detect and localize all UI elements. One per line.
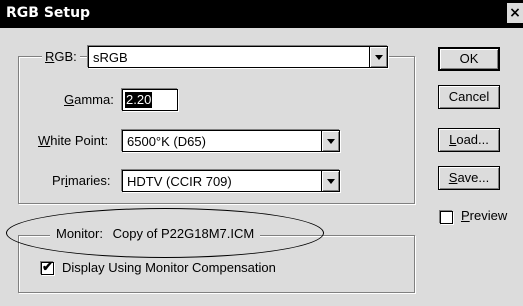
gamma-value: 2.20 bbox=[125, 92, 153, 108]
window-title: RGB Setup bbox=[6, 5, 91, 21]
primaries-label: Primaries: bbox=[52, 173, 111, 188]
gamma-label: Gamma: bbox=[64, 92, 114, 107]
title-bar: RGB Setup × bbox=[0, 0, 523, 28]
monitor-compensation-label[interactable]: Display Using Monitor Compensation bbox=[62, 260, 276, 275]
rgb-label: RGB: bbox=[42, 49, 80, 64]
primaries-select-value: HDTV (CCIR 709) bbox=[127, 174, 232, 189]
rgb-select-value: sRGB bbox=[93, 50, 128, 65]
preview-checkbox[interactable] bbox=[440, 211, 453, 224]
check-icon: ✔ bbox=[42, 259, 53, 274]
load-button[interactable]: Load... bbox=[438, 128, 500, 152]
highlight-ellipse bbox=[6, 208, 324, 258]
white-point-select-value: 6500°K (D65) bbox=[127, 134, 206, 149]
save-button[interactable]: Save... bbox=[438, 166, 500, 190]
gamma-input[interactable]: 2.20 bbox=[122, 89, 178, 111]
chevron-down-icon[interactable] bbox=[321, 171, 339, 191]
cancel-button[interactable]: Cancel bbox=[438, 85, 500, 109]
primaries-select[interactable]: HDTV (CCIR 709) bbox=[122, 170, 340, 192]
monitor-compensation-checkbox[interactable]: ✔ bbox=[41, 259, 54, 275]
close-button[interactable]: × bbox=[507, 3, 523, 23]
rgb-select[interactable]: sRGB bbox=[88, 46, 388, 68]
white-point-label: White Point: bbox=[38, 133, 109, 148]
ok-button[interactable]: OK bbox=[438, 47, 500, 71]
chevron-down-icon[interactable] bbox=[321, 131, 339, 151]
white-point-select[interactable]: 6500°K (D65) bbox=[122, 130, 340, 152]
preview-label[interactable]: Preview bbox=[461, 208, 507, 223]
chevron-down-icon[interactable] bbox=[369, 47, 387, 67]
